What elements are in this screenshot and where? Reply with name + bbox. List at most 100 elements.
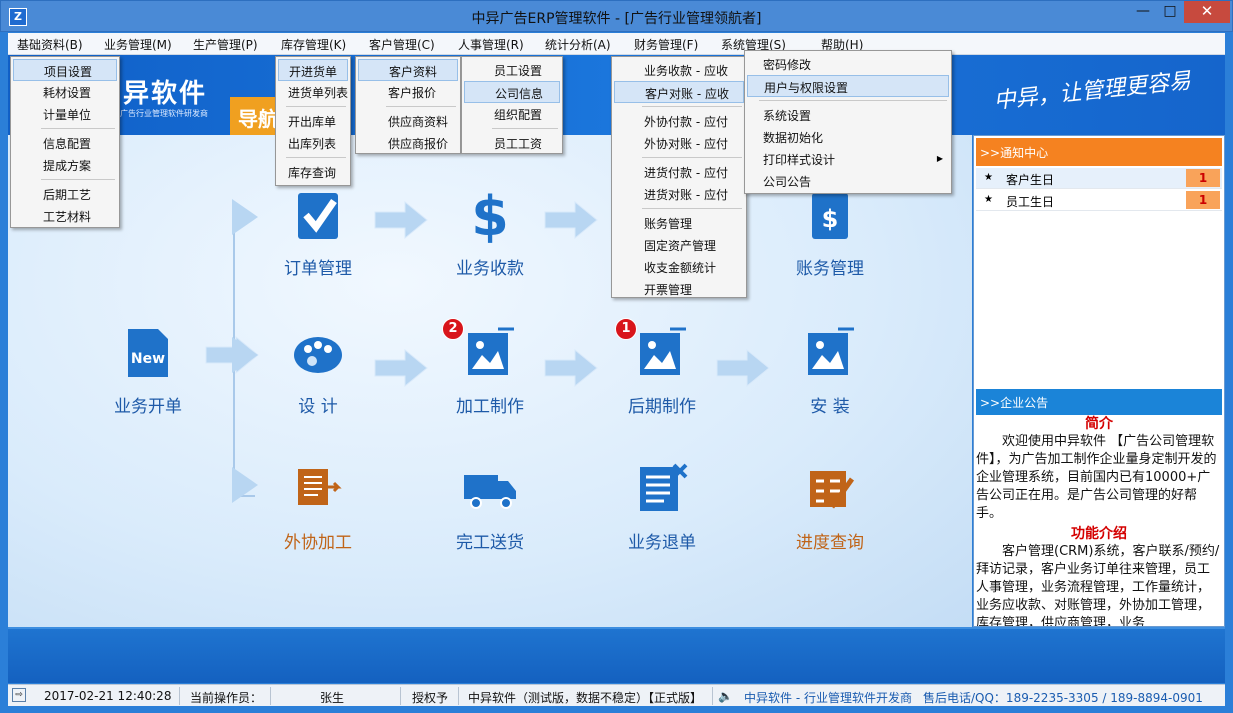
features-text: 客户管理(CRM)系统，客户联系/预约/拜访记录，客户业务订单往来管理，员工人事… (976, 544, 1220, 626)
menu-item-print-style[interactable]: 打印样式设计 (747, 148, 949, 170)
image-edit-icon (808, 327, 854, 375)
processing-label: 加工制作 (456, 397, 524, 417)
announcement-body[interactable]: 简介 欢迎使用中异软件 【广告公司管理软件】，为广告加工制作企业量身定制开发的企… (976, 415, 1222, 626)
menu-item-data-init[interactable]: 数据初始化 (747, 126, 949, 148)
notice-label: 客户生日 (1006, 173, 1055, 187)
flow-arrow-icon (232, 199, 258, 235)
divider (286, 157, 346, 158)
menu-item-outbound-order[interactable]: 开出库单 (278, 110, 348, 132)
menu-inventory[interactable]: 库存管理(K) (281, 36, 346, 53)
menu-item-user-permissions[interactable]: 用户与权限设置 (747, 75, 949, 97)
menu-basic[interactable]: 基础资料(B) (17, 36, 83, 53)
new-order-node[interactable]: New 业务开单 (88, 325, 208, 417)
divider (386, 106, 456, 107)
installation-node[interactable]: 安 装 (770, 325, 890, 417)
menu-production[interactable]: 生产管理(P) (193, 36, 258, 53)
menu-item-units[interactable]: 计量单位 (13, 103, 117, 125)
dollar-icon: $ (471, 185, 509, 248)
svg-text:New: New (131, 351, 165, 367)
inventory-menu: 开进货单 进货单列表 开出库单 出库列表 库存查询 (275, 56, 351, 186)
customer-menu: 客户资料 客户报价 供应商资料 供应商报价 (355, 56, 461, 154)
outsourcing-label: 外协加工 (284, 533, 352, 553)
progress-query-label: 进度查询 (796, 533, 864, 553)
image-edit-icon (468, 327, 514, 375)
menu-item-purchase-list[interactable]: 进货单列表 (278, 81, 348, 103)
menu-item-commission-plan[interactable]: 提成方案 (13, 154, 117, 176)
menu-item-fixed-assets[interactable]: 固定资产管理 (614, 234, 744, 256)
menu-hr[interactable]: 人事管理(R) (458, 36, 524, 53)
menu-item-outsource-reconcile[interactable]: 外协对账 - 应付 (614, 132, 744, 154)
menu-item-invoice[interactable]: 开票管理 (614, 278, 744, 298)
outsourcing-node[interactable]: 外协加工 (258, 461, 378, 553)
minimize-button[interactable]: — (1130, 1, 1156, 23)
notice-count: 1 (1186, 169, 1220, 187)
menu-business[interactable]: 业务管理(M) (104, 36, 172, 53)
menu-item-announcement[interactable]: 公司公告 (747, 170, 949, 192)
maximize-button[interactable]: □ (1157, 1, 1183, 23)
menu-item-purchase-reconcile[interactable]: 进货对账 - 应付 (614, 183, 744, 205)
divider (41, 179, 115, 180)
intro-title: 简介 (1085, 416, 1113, 432)
menu-item-supplier-info[interactable]: 供应商资料 (358, 110, 458, 132)
order-return-label: 业务退单 (628, 533, 696, 553)
business-collection-node[interactable]: $ 业务收款 (430, 185, 550, 279)
window-title: 中异广告ERP管理软件 - [广告行业管理领航者] (471, 11, 762, 27)
close-button[interactable]: ✕ (1184, 1, 1230, 23)
menu-item-income-stats[interactable]: 收支金额统计 (614, 256, 744, 278)
menu-item-material-settings[interactable]: 耗材设置 (13, 81, 117, 103)
menu-item-accounts[interactable]: 账务管理 (614, 212, 744, 234)
status-arrow-icon[interactable]: ⇨ (12, 688, 26, 702)
info-panel: >>通知中心 ★ 客户生日 1 ★ 员工生日 1 >>企业公告 简介 欢迎使用中… (973, 135, 1225, 627)
design-node[interactable]: 设 计 (258, 325, 378, 417)
divider (41, 128, 115, 129)
order-management-node[interactable]: 订单管理 (258, 187, 378, 279)
menu-item-post-craft[interactable]: 后期工艺 (13, 183, 117, 205)
system-menu: 密码修改 用户与权限设置 系统设置 数据初始化 打印样式设计 ▶ 公司公告 (744, 50, 952, 194)
menu-item-org-config[interactable]: 组织配置 (464, 103, 560, 125)
menu-item-supplier-quote[interactable]: 供应商报价 (358, 132, 458, 154)
progress-query-node[interactable]: 进度查询 (770, 461, 890, 553)
palette-icon (294, 337, 342, 373)
menu-statistics[interactable]: 统计分析(A) (545, 36, 611, 53)
divider (712, 687, 713, 705)
announcement-header: >>企业公告 (976, 389, 1222, 415)
delivery-label: 完工送货 (456, 533, 524, 553)
finance-menu: 业务收款 - 应收 客户对账 - 应收 外协付款 - 应付 外协对账 - 应付 … (611, 56, 747, 298)
delivery-node[interactable]: 完工送货 (430, 461, 550, 553)
menu-item-craft-material[interactable]: 工艺材料 (13, 205, 117, 227)
star-icon: ★ (984, 194, 993, 205)
menu-customer[interactable]: 客户管理(C) (369, 36, 435, 53)
features-title: 功能介绍 (1071, 526, 1127, 542)
menu-item-stock-query[interactable]: 库存查询 (278, 161, 348, 183)
menu-item-info-config[interactable]: 信息配置 (13, 132, 117, 154)
notice-row[interactable]: ★ 员工生日 1 (976, 190, 1222, 211)
menu-item-purchase-payment[interactable]: 进货付款 - 应付 (614, 161, 744, 183)
divider (759, 100, 947, 101)
account-management-label: 账务管理 (796, 259, 864, 279)
menu-item-customer-quote[interactable]: 客户报价 (358, 81, 458, 103)
menu-item-company-info[interactable]: 公司信息 (464, 81, 560, 103)
menu-item-staff-settings[interactable]: 员工设置 (464, 59, 560, 81)
design-label: 设 计 (298, 397, 338, 417)
status-phone: 售后电话/QQ：189-2235-3305 / 189-8894-0901 (923, 691, 1203, 705)
notice-row[interactable]: ★ 客户生日 1 (976, 168, 1222, 189)
menu-finance[interactable]: 财务管理(F) (634, 36, 698, 53)
menu-item-purchase-order[interactable]: 开进货单 (278, 59, 348, 81)
account-management-node[interactable]: $ 账务管理 (770, 187, 890, 279)
checkbox-icon (298, 193, 338, 239)
menu-item-customer-info[interactable]: 客户资料 (358, 59, 458, 81)
menu-item-change-password[interactable]: 密码修改 (747, 53, 949, 75)
menu-item-business-receipt[interactable]: 业务收款 - 应收 (614, 59, 744, 81)
truck-icon (464, 475, 516, 509)
menu-item-outsource-payment[interactable]: 外协付款 - 应付 (614, 110, 744, 132)
slogan: 中异，让管理更容易 (992, 68, 1193, 115)
menu-item-system-settings[interactable]: 系统设置 (747, 104, 949, 126)
menu-item-staff-salary[interactable]: 员工工资 (464, 132, 560, 154)
flow-arrow-icon (544, 348, 598, 388)
menu-item-project-settings[interactable]: 项目设置 (13, 59, 117, 81)
menu-item-outbound-list[interactable]: 出库列表 (278, 132, 348, 154)
menu-item-customer-reconcile[interactable]: 客户对账 - 应收 (614, 81, 744, 103)
divider (642, 208, 742, 209)
order-return-node[interactable]: 业务退单 (602, 461, 722, 553)
nav-tab[interactable]: 导航 (230, 97, 278, 135)
